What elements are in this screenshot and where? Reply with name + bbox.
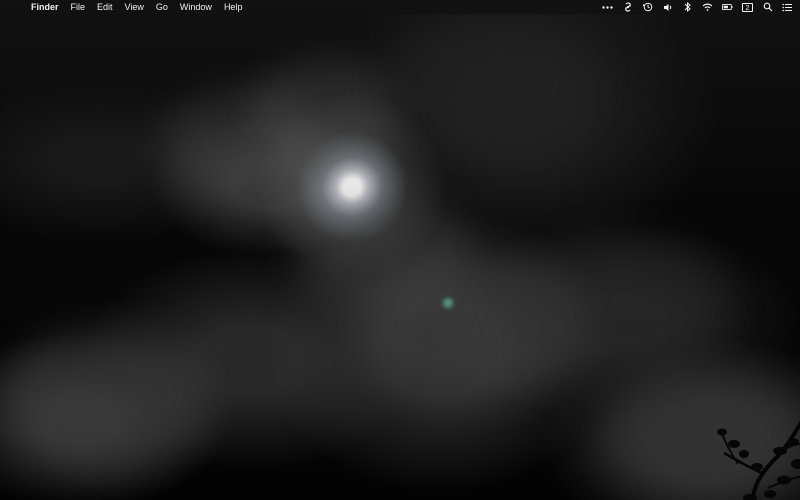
date-badge-icon[interactable]: 2 [742,2,753,12]
sync-icon[interactable] [622,2,633,12]
window-menu[interactable]: Window [180,0,212,14]
cloud-shape [250,60,400,170]
menu-bar-right: 2 [593,0,793,14]
notification-center-icon[interactable] [782,2,793,12]
menu-bar: Finder File Edit View Go Window Help 2 [0,0,800,14]
edit-menu[interactable]: Edit [97,0,113,14]
search-icon[interactable] [762,2,773,12]
desktop-wallpaper: Finder File Edit View Go Window Help 2 [0,0,800,500]
cloud-shape [160,90,330,200]
time-machine-icon[interactable] [642,2,653,12]
cloud-shape [360,250,580,400]
bluetooth-icon[interactable] [682,2,693,12]
tree-branches [717,420,800,500]
cloud-shape [290,190,470,310]
go-menu[interactable]: Go [156,0,168,14]
menu-bar-left: Finder File Edit View Go Window Help [8,0,254,14]
cloud-shape [510,235,730,375]
help-menu[interactable]: Help [224,0,243,14]
cloud-shape [600,370,800,500]
volume-icon[interactable] [662,2,673,12]
more-icon[interactable] [602,2,613,12]
file-menu[interactable]: File [71,0,86,14]
cloud-shape [385,16,595,146]
wifi-icon[interactable] [702,2,713,12]
cloud-shape [0,325,210,475]
view-menu[interactable]: View [125,0,144,14]
battery-icon[interactable] [722,2,733,12]
finder-menu[interactable]: Finder [31,0,59,14]
